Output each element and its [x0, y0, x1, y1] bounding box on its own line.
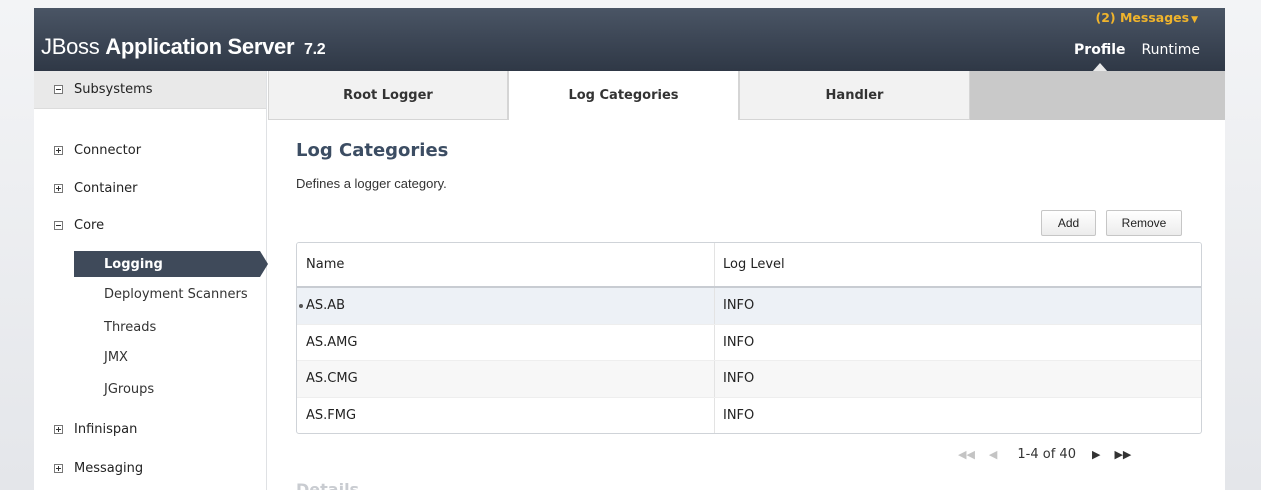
- remove-button[interactable]: Remove: [1106, 210, 1182, 236]
- table-cell-name: AS.CMG: [297, 361, 715, 397]
- application: JBoss Application Server 7.2 (2) Message…: [34, 8, 1225, 490]
- brand-name-light: JBoss: [41, 34, 100, 59]
- sidebar-item-label: Infinispan: [74, 421, 138, 437]
- table-header: Name Log Level: [297, 243, 1201, 288]
- table-cell-name: AS.FMG: [297, 397, 715, 433]
- sidebar-item-jgroups[interactable]: JGroups: [104, 382, 154, 397]
- brand-name-bold: Application Server: [105, 34, 295, 59]
- expand-icon[interactable]: [54, 183, 63, 193]
- expand-icon[interactable]: [54, 463, 63, 473]
- table-cell-level: INFO: [723, 298, 755, 314]
- sidebar-item-jmx[interactable]: JMX: [104, 350, 128, 365]
- next-page-icon[interactable]: ▶: [1092, 448, 1100, 461]
- sidebar-item-threads[interactable]: Threads: [104, 320, 156, 335]
- pager-range: 1-4 of 40: [1017, 446, 1076, 462]
- sidebar-item-core[interactable]: Core: [54, 215, 104, 235]
- table-row[interactable]: AS.AB INFO: [297, 288, 1201, 325]
- tab-root-logger[interactable]: Root Logger: [268, 71, 508, 120]
- table-row[interactable]: AS.CMG INFO: [297, 361, 1201, 398]
- nav-profile-label: Profile: [1074, 42, 1126, 58]
- table-cell-level: INFO: [723, 371, 755, 387]
- sidebar: Subsystems Connector Container Core Logg…: [34, 71, 268, 490]
- sidebar-item-logging[interactable]: Logging: [74, 251, 268, 277]
- add-button[interactable]: Add: [1041, 210, 1096, 236]
- sidebar-item-messaging[interactable]: Messaging: [54, 458, 143, 478]
- sidebar-item-deployment-scanners[interactable]: Deployment Scanners: [104, 287, 248, 302]
- table-cell-level: INFO: [723, 334, 755, 350]
- messages-dropdown[interactable]: (2) Messages ▼: [1096, 10, 1199, 25]
- sidebar-item-connector[interactable]: Connector: [54, 140, 141, 160]
- table-cell-text: AS.AB: [306, 298, 346, 314]
- sidebar-title: Subsystems: [74, 82, 153, 97]
- sidebar-item-label: Connector: [74, 142, 142, 158]
- brand-version: 7.2: [304, 41, 326, 58]
- pagination: ◀◀ ◀ 1-4 of 40 ▶ ▶▶: [958, 442, 1198, 466]
- sidebar-item-container[interactable]: Container: [54, 178, 138, 198]
- nav-runtime[interactable]: Runtime: [1142, 42, 1200, 58]
- column-header-log-level[interactable]: Log Level: [715, 243, 1201, 286]
- table-cell-level: INFO: [723, 407, 755, 423]
- tab-log-categories[interactable]: Log Categories: [508, 71, 739, 120]
- table-row[interactable]: AS.FMG INFO: [297, 397, 1201, 433]
- page-description: Defines a logger category.: [296, 176, 447, 191]
- tab-handler[interactable]: Handler: [739, 71, 970, 120]
- sidebar-item-label: Messaging: [74, 460, 144, 476]
- sidebar-item-label: Core: [74, 217, 105, 233]
- column-header-name[interactable]: Name: [297, 243, 715, 286]
- table-cell-name: AS.AB: [297, 288, 715, 324]
- tab-bar: Root Logger Log Categories Handler: [268, 71, 1225, 120]
- details-title: Details: [296, 480, 360, 490]
- table-cell-name: AS.AMG: [297, 324, 715, 360]
- page-title: Log Categories: [296, 140, 449, 161]
- last-page-icon[interactable]: ▶▶: [1114, 448, 1131, 461]
- collapse-icon[interactable]: [54, 85, 63, 94]
- sidebar-item-label: Logging: [104, 256, 163, 272]
- top-nav: Profile Runtime: [1074, 42, 1200, 72]
- expand-icon[interactable]: [54, 424, 63, 434]
- chevron-down-icon: ▼: [1191, 15, 1198, 25]
- first-page-icon[interactable]: ◀◀: [958, 448, 975, 461]
- prev-page-icon[interactable]: ◀: [989, 448, 997, 461]
- sidebar-item-infinispan[interactable]: Infinispan: [54, 419, 137, 439]
- log-categories-table: Name Log Level AS.AB INFO AS.AMG INFO AS…: [296, 242, 1202, 434]
- brand-logo: JBoss Application Server 7.2: [41, 34, 326, 60]
- expand-icon[interactable]: [54, 145, 63, 155]
- sidebar-item-label: Container: [74, 180, 138, 196]
- collapse-icon[interactable]: [54, 220, 63, 230]
- top-header: JBoss Application Server 7.2 (2) Message…: [34, 8, 1225, 72]
- selected-row-icon: [299, 303, 303, 308]
- table-row[interactable]: AS.AMG INFO: [297, 324, 1201, 361]
- messages-label: (2) Messages: [1095, 10, 1190, 25]
- sidebar-header[interactable]: Subsystems: [34, 71, 266, 109]
- main-content: Log Categories Defines a logger category…: [268, 120, 1225, 490]
- nav-profile[interactable]: Profile: [1074, 42, 1126, 72]
